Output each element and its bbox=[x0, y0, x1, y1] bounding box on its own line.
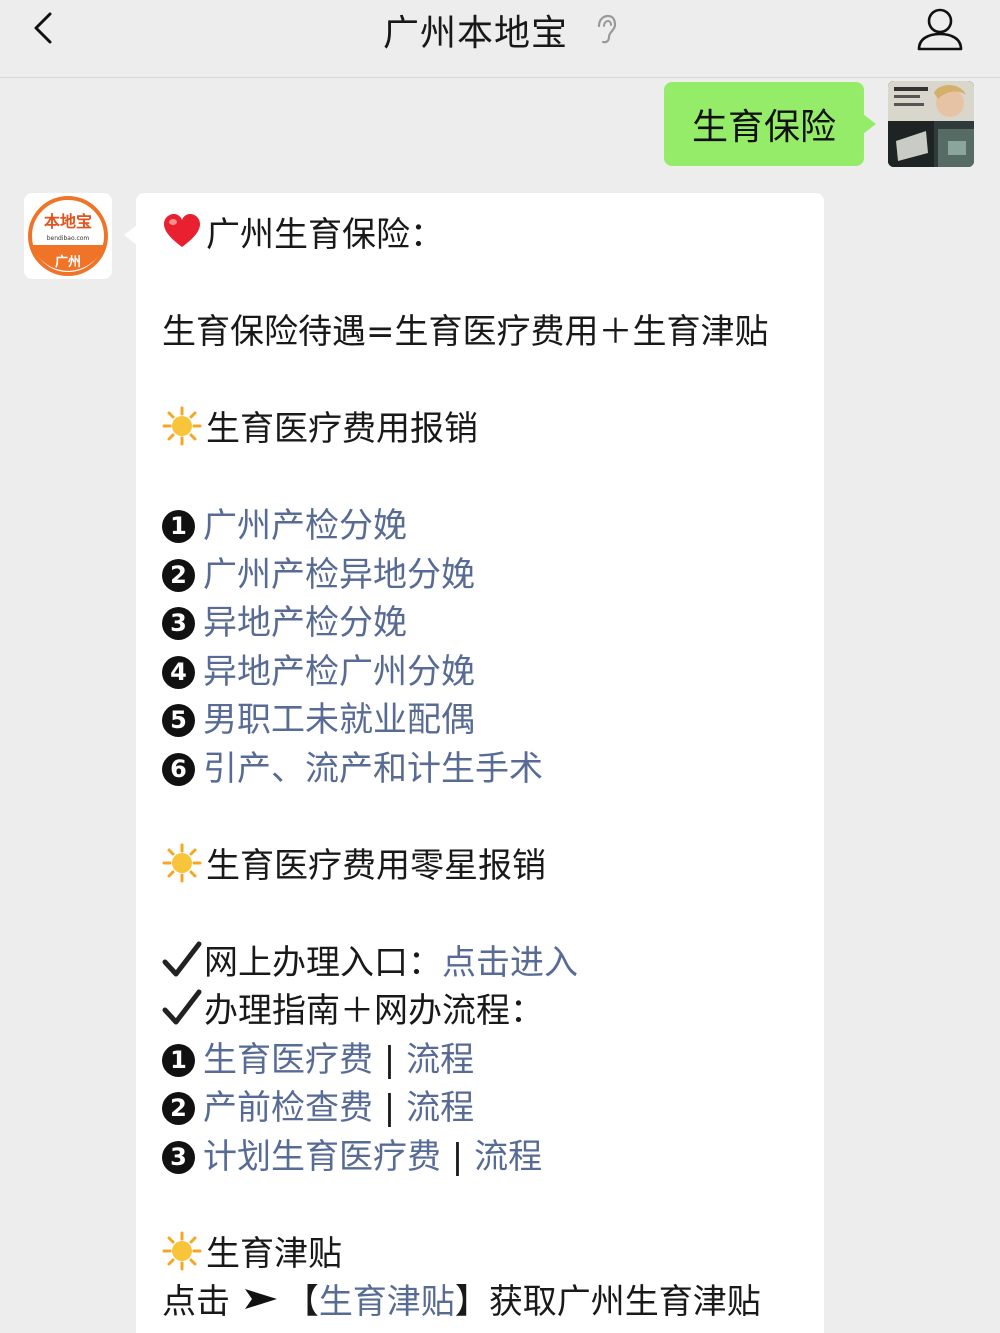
section-heading-text: 生育医疗费用零星报销 bbox=[206, 845, 546, 886]
user-avatar-image bbox=[888, 81, 974, 167]
separator: | bbox=[373, 1039, 407, 1080]
list-item: 6 引产、流产和计生手术 bbox=[162, 745, 824, 794]
online-label: 网上办理入口： bbox=[204, 942, 442, 983]
final-suffix: 获取广州生育津贴 bbox=[488, 1282, 761, 1322]
process-link[interactable]: 流程 bbox=[474, 1137, 542, 1177]
online-entry-link[interactable]: 点击进入 bbox=[442, 943, 578, 983]
link-item[interactable]: 异地产检广州分娩 bbox=[203, 652, 475, 692]
link-item[interactable]: 广州产检异地分娩 bbox=[203, 555, 475, 595]
number-badge-2: 2 bbox=[162, 558, 195, 592]
bendibao-logo: 本地宝 bendibao.com 广州 bbox=[28, 196, 108, 276]
section-heading-allowance: 生育津贴 bbox=[162, 1230, 824, 1279]
number-badge-3: 3 bbox=[162, 1140, 195, 1174]
ear-icon bbox=[597, 14, 617, 44]
logo-domain-text: bendibao.com bbox=[47, 235, 90, 242]
heart-icon bbox=[164, 214, 200, 247]
list-item: 5 男职工未就业配偶 bbox=[162, 696, 824, 745]
number-badge-1: 1 bbox=[162, 510, 195, 543]
section-heading-text: 生育医疗费用报销 bbox=[206, 409, 478, 449]
bracket-close: 】 bbox=[454, 1282, 489, 1322]
section-heading-medical: 生育医疗费用报销 bbox=[162, 405, 824, 454]
message-title: 广州生育保险： bbox=[206, 215, 444, 255]
number-badge-1: 1 bbox=[162, 1043, 195, 1077]
guide-link[interactable]: 生育医疗费 bbox=[203, 1040, 373, 1080]
list-item: 3 计划生育医疗费 | 流程 bbox=[162, 1133, 824, 1182]
nav-title-area: 广州本地宝 bbox=[0, 4, 1000, 56]
section-heading-text: 生育津贴 bbox=[206, 1233, 342, 1274]
number-badge-6: 6 bbox=[162, 752, 195, 786]
number-badge-3: 3 bbox=[162, 607, 195, 640]
number-badge-4: 4 bbox=[162, 655, 195, 689]
allowance-line: 点击 【生育津贴】获取广州生育津贴 bbox=[162, 1278, 824, 1327]
list-item: 2 产前检查费 | 流程 bbox=[162, 1084, 824, 1133]
final-prefix: 点击 bbox=[162, 1282, 230, 1322]
person-icon[interactable] bbox=[916, 6, 964, 52]
sun-icon bbox=[162, 843, 202, 882]
sun-icon bbox=[162, 1231, 202, 1270]
guide-label: 办理指南＋网办流程： bbox=[204, 991, 544, 1031]
online-entry-line: 网上办理入口：点击进入 bbox=[162, 939, 824, 988]
link-item[interactable]: 广州产检分娩 bbox=[203, 506, 407, 546]
allowance-link[interactable]: 生育津贴 bbox=[319, 1282, 455, 1322]
formula-text: 生育保险待遇=生育医疗费用＋生育津贴 bbox=[162, 312, 769, 352]
message-title-line: 广州生育保险： bbox=[162, 211, 824, 260]
logo-city-text: 广州 bbox=[55, 254, 81, 270]
bracket-open: 【 bbox=[284, 1282, 319, 1322]
process-link[interactable]: 流程 bbox=[406, 1088, 474, 1128]
section-heading-reimbursement: 生育医疗费用零星报销 bbox=[162, 842, 824, 891]
user-avatar[interactable] bbox=[888, 81, 974, 167]
link-item[interactable]: 异地产检分娩 bbox=[203, 603, 407, 643]
process-link[interactable]: 流程 bbox=[406, 1040, 474, 1080]
separator: | bbox=[373, 1088, 407, 1128]
chat-area[interactable]: 生育保险 本地宝 bendibao.com 广州 广州生育保险： 生育保险待遇=… bbox=[0, 79, 1000, 1333]
incoming-message-bubble: 广州生育保险： 生育保险待遇=生育医疗费用＋生育津贴 生育医疗费用报销 1 广州产… bbox=[124, 193, 824, 1333]
sun-icon bbox=[162, 406, 202, 446]
outgoing-message-bubble[interactable]: 生育保险 bbox=[663, 82, 877, 166]
guide-link[interactable]: 计划生育医疗费 bbox=[203, 1137, 441, 1177]
list-item: 2 广州产检异地分娩 bbox=[162, 551, 824, 600]
link-item[interactable]: 男职工未就业配偶 bbox=[203, 700, 475, 740]
navigation-bar: 广州本地宝 bbox=[0, 0, 1000, 78]
list-item: 1 广州产检分娩 bbox=[162, 502, 824, 551]
list-item: 4 异地产检广州分娩 bbox=[162, 648, 824, 697]
guide-link[interactable]: 产前检查费 bbox=[203, 1088, 373, 1128]
arrow-right-icon bbox=[244, 1289, 277, 1309]
link-item[interactable]: 引产、流产和计生手术 bbox=[203, 749, 543, 789]
number-badge-2: 2 bbox=[162, 1092, 195, 1125]
list-item: 3 异地产检分娩 bbox=[162, 599, 824, 648]
chat-title: 广州本地宝 bbox=[382, 13, 568, 54]
check-icon bbox=[162, 941, 202, 976]
separator: | bbox=[441, 1136, 475, 1177]
list-item: 1 生育医疗费 | 流程 bbox=[162, 1036, 824, 1085]
check-icon bbox=[162, 989, 202, 1025]
number-badge-5: 5 bbox=[162, 704, 195, 737]
logo-brand-text: 本地宝 bbox=[44, 212, 92, 231]
bot-avatar[interactable]: 本地宝 bendibao.com 广州 bbox=[24, 193, 112, 279]
guide-line: 办理指南＋网办流程： bbox=[162, 987, 824, 1036]
